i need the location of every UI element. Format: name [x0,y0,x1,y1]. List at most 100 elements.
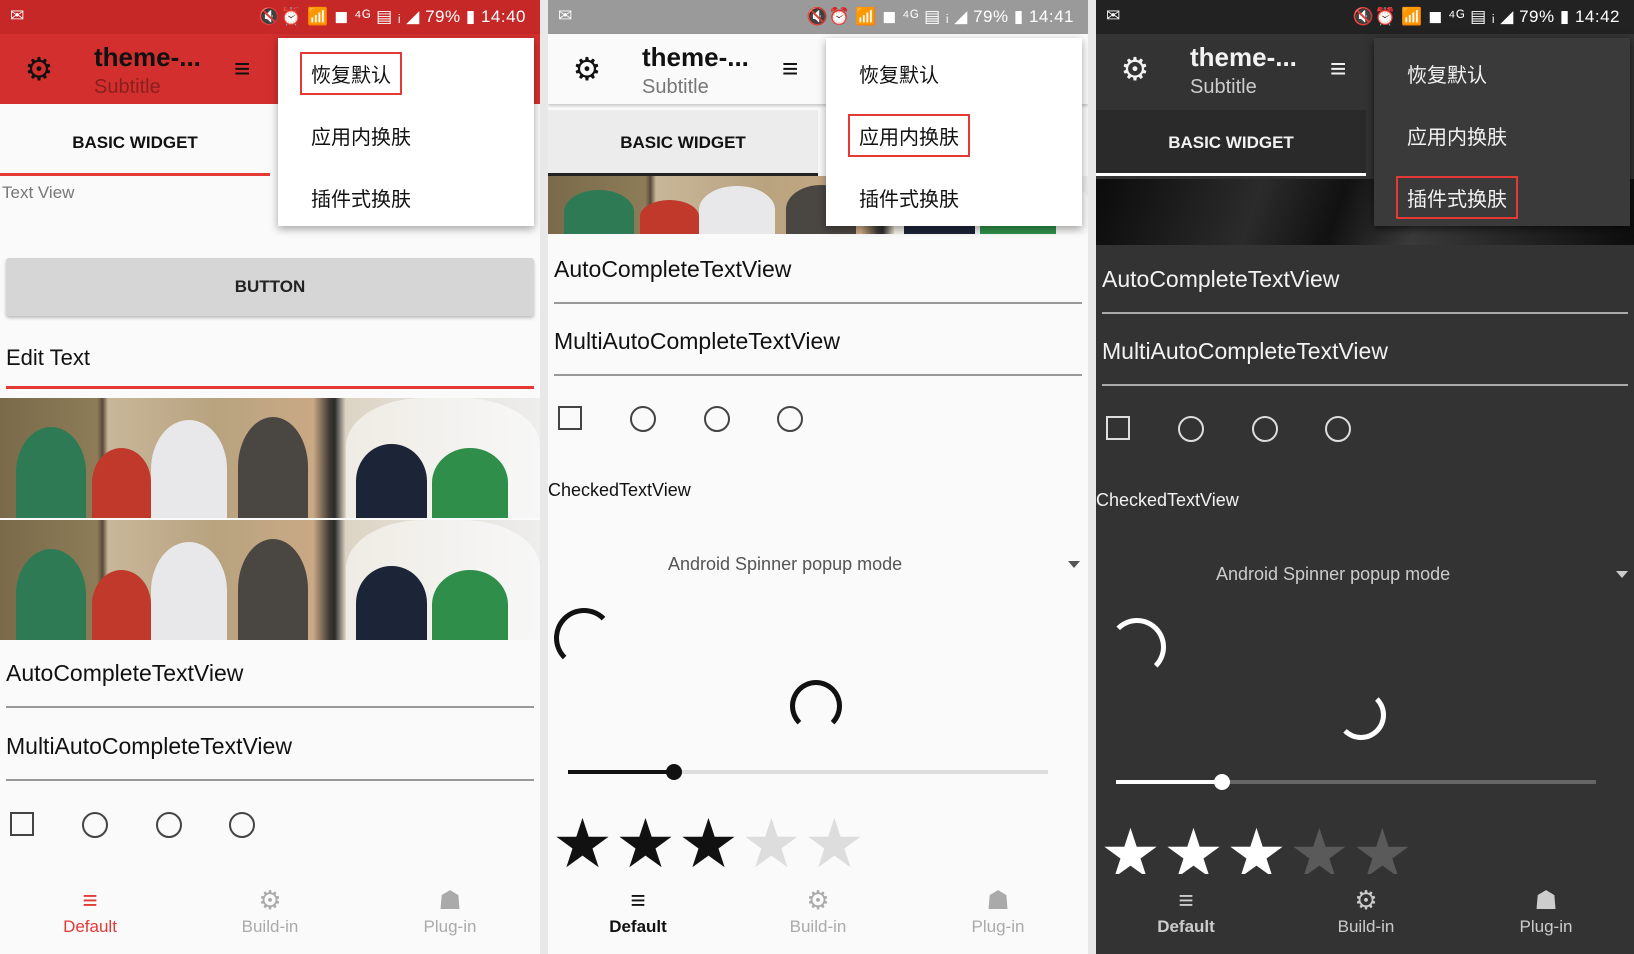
status-indicators: 🔇⏰ 📶 ◼ ⁴ᴳ ▤ ᵢ ◢ 79% ▮ 14:42 [1352,7,1620,26]
default-icon: ≡ [630,885,646,915]
rating-star-5[interactable]: ★ [804,806,867,882]
checkbox-radio-row [1104,408,1504,448]
radio-button-3[interactable] [777,406,803,432]
radio-button-3[interactable] [229,812,255,838]
checkbox-radio-row [8,804,408,844]
app-title: theme-... [1190,42,1297,72]
app-title: theme-... [94,42,201,72]
seek-bar-thumb[interactable] [665,764,682,780]
nav-build-in[interactable]: ⚙ Build-in [1286,886,1446,937]
nav-default[interactable]: ≡ Default [10,886,170,937]
menu-item-restore-default[interactable]: 恢复默认 [1396,52,1498,95]
menu-item-plugin-skin[interactable]: 插件式换肤 [1396,176,1518,219]
settings-gear-icon[interactable]: ⚙ [22,52,56,86]
battery-percent: 79% [1519,7,1555,26]
nav-plug-in[interactable]: ☗ Plug-in [918,886,1078,937]
rating-star-1[interactable]: ★ [552,806,615,882]
menu-icon[interactable]: ≡ [234,54,250,84]
phone-screen-default: ✉ 🔇⏰ 📶 ◼ ⁴ᴳ ▤ ᵢ ◢ 79% ▮ 14:40 ⚙ theme-..… [0,0,540,954]
multi-auto-complete-text-view[interactable]: MultiAutoCompleteTextView [1102,338,1628,386]
status-time: 14:40 [480,7,526,26]
demo-button[interactable]: BUTTON [6,258,534,316]
rating-star-3[interactable]: ★ [678,806,741,882]
app-subtitle: Subtitle [642,76,709,98]
default-icon: ≡ [1178,885,1194,915]
status-time: 14:41 [1028,7,1074,26]
radio-button-3[interactable] [1325,416,1351,442]
rating-bar[interactable]: ★★★★★ [552,810,867,878]
menu-item-in-app-skin[interactable]: 应用内换肤 [1396,114,1518,157]
settings-gear-icon[interactable]: ⚙ [570,52,604,86]
skin-popup-menu: 恢复默认 应用内换肤 插件式换肤 [826,38,1082,226]
radio-button-1[interactable] [1178,416,1204,442]
bottom-navigation: ≡ Default ⚙ Build-in ☗ Plug-in [548,874,1088,954]
dropdown-arrow-icon [1616,571,1628,578]
auto-complete-text-view[interactable]: AutoCompleteTextView [6,660,534,708]
menu-item-in-app-skin[interactable]: 应用内换肤 [300,114,422,157]
menu-item-plugin-skin[interactable]: 插件式换肤 [848,176,970,219]
checkbox-radio-row [556,398,956,438]
checkbox[interactable] [10,812,34,836]
nav-build-in[interactable]: ⚙ Build-in [190,886,350,937]
tab-basic-widget[interactable]: BASIC WIDGET [1096,110,1366,176]
checkbox[interactable] [558,406,582,430]
gear-icon: ⚙ [1354,885,1378,915]
status-bar: ✉ 🔇⏰ 📶 ◼ ⁴ᴳ ▤ ᵢ ◢ 79% ▮ 14:40 [0,0,540,34]
menu-item-plugin-skin[interactable]: 插件式换肤 [300,176,422,219]
seek-bar-thumb[interactable] [1213,774,1230,790]
checkbox[interactable] [1106,416,1130,440]
radio-button-1[interactable] [82,812,108,838]
battery-icon: ▮ [1013,7,1024,26]
nav-default[interactable]: ≡ Default [558,886,718,937]
seek-bar-progress [1116,780,1222,784]
nav-default[interactable]: ≡ Default [1106,886,1266,937]
seek-bar-progress [568,770,674,774]
seek-bar[interactable] [1116,774,1596,790]
battery-icon: ▮ [1559,7,1570,26]
tab-basic-widget[interactable]: BASIC WIDGET [0,110,270,176]
gear-icon: ⚙ [806,885,830,915]
nav-plug-in[interactable]: ☗ Plug-in [1466,886,1626,937]
spinner[interactable]: Android Spinner popup mode [1216,564,1634,585]
image-view-2 [0,520,540,640]
rating-star-2[interactable]: ★ [615,806,678,882]
radio-button-1[interactable] [630,406,656,432]
settings-gear-icon[interactable]: ⚙ [1118,52,1152,86]
status-indicators: 🔇⏰ 📶 ◼ ⁴ᴳ ▤ ᵢ ◢ 79% ▮ 14:41 [806,7,1074,26]
multi-auto-complete-text-view[interactable]: MultiAutoCompleteTextView [554,328,1082,376]
battery-percent: 79% [425,7,461,26]
radio-button-2[interactable] [1252,416,1278,442]
multi-auto-complete-text-view[interactable]: MultiAutoCompleteTextView [6,733,534,781]
app-subtitle: Subtitle [94,76,161,98]
edit-text-field[interactable]: Edit Text [6,345,534,389]
nav-plug-in[interactable]: ☗ Plug-in [370,886,530,937]
radio-button-2[interactable] [704,406,730,432]
menu-icon[interactable]: ≡ [1330,54,1346,84]
checked-text-view[interactable]: CheckedTextView [548,480,691,501]
spinner-value: Android Spinner popup mode [1216,564,1451,584]
rating-star-4[interactable]: ★ [741,806,804,882]
menu-item-restore-default[interactable]: 恢复默认 [848,52,950,95]
auto-complete-text-view[interactable]: AutoCompleteTextView [554,256,1082,304]
nav-build-in[interactable]: ⚙ Build-in [738,886,898,937]
app-subtitle: Subtitle [1190,76,1257,98]
image-view-1 [0,398,540,518]
menu-item-in-app-skin[interactable]: 应用内换肤 [848,114,970,157]
tab-basic-widget[interactable]: BASIC WIDGET [548,110,818,176]
android-icon: ☗ [438,885,462,915]
seek-bar[interactable] [568,764,1048,780]
phone-screen-in-app-skin: ✉ 🔇⏰ 📶 ◼ ⁴ᴳ ▤ ᵢ ◢ 79% ▮ 14:41 ⚙ theme-..… [548,0,1088,954]
skin-popup-menu: 恢复默认 应用内换肤 插件式换肤 [1374,38,1630,226]
spinner-value: Android Spinner popup mode [668,554,903,574]
menu-icon[interactable]: ≡ [782,54,798,84]
bottom-navigation: ≡ Default ⚙ Build-in ☗ Plug-in [0,874,540,954]
auto-complete-text-view[interactable]: AutoCompleteTextView [1102,266,1628,314]
spinner[interactable]: Android Spinner popup mode [668,554,1088,575]
status-indicators: 🔇⏰ 📶 ◼ ⁴ᴳ ▤ ᵢ ◢ 79% ▮ 14:40 [258,7,526,26]
menu-item-restore-default[interactable]: 恢复默认 [300,52,402,95]
radio-button-2[interactable] [156,812,182,838]
checked-text-view[interactable]: CheckedTextView [1096,490,1239,511]
phone-screen-plugin-skin: ✉ 🔇⏰ 📶 ◼ ⁴ᴳ ▤ ᵢ ◢ 79% ▮ 14:42 ⚙ theme-..… [1096,0,1634,954]
text-view: Text View [2,183,75,202]
bottom-navigation: ≡ Default ⚙ Build-in ☗ Plug-in [1096,874,1634,954]
